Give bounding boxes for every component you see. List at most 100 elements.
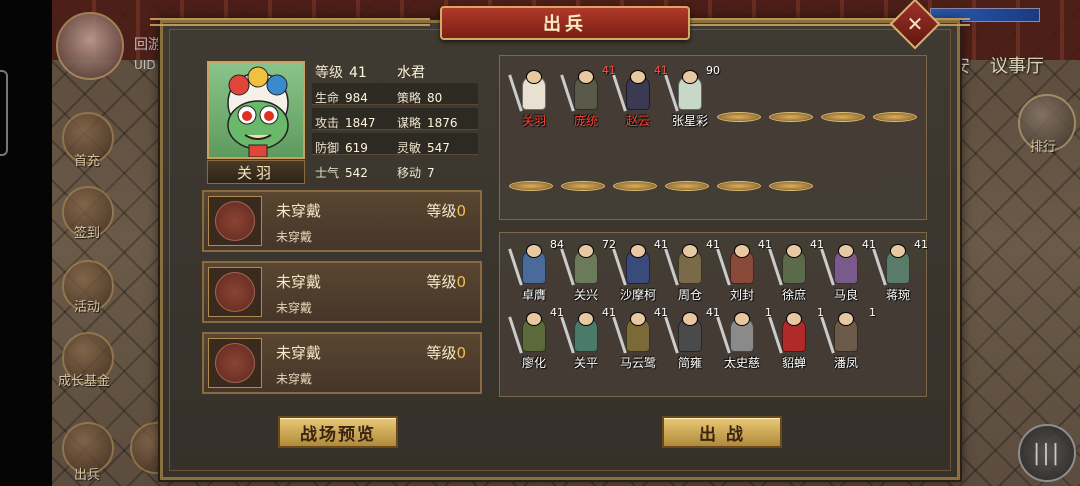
unit-head (526, 70, 542, 84)
council-hall-label[interactable]: 议事厅 (990, 52, 1044, 78)
equipment-slot[interactable]: 未穿戴 未穿戴 等级0 (202, 261, 482, 323)
uid-label: UID (134, 58, 156, 72)
unit-head (630, 312, 646, 326)
hero-unit[interactable]: 41 马良 (820, 238, 876, 304)
unit-head (682, 312, 698, 326)
formation-slot[interactable] (821, 112, 865, 122)
player-avatar[interactable] (56, 12, 124, 80)
weapon-icon (820, 316, 835, 354)
weapon-icon (664, 248, 679, 286)
hero-unit[interactable]: 41 刘封 (716, 238, 772, 304)
weapon-icon (560, 248, 575, 286)
unit-name: 潘凤 (833, 356, 858, 370)
hero-unit[interactable]: 90 张星彩 (664, 64, 720, 130)
deploy-button[interactable]: 出 战 (662, 416, 782, 448)
weapon-icon (560, 74, 575, 112)
unit-head (682, 244, 698, 258)
weapon-icon (768, 248, 783, 286)
unit-head (526, 244, 542, 258)
formation-slot[interactable] (665, 181, 709, 191)
equipment-subtitle: 未穿戴 (276, 230, 313, 244)
stat-tactics: 谋略 1876 (397, 116, 458, 130)
formation-slot[interactable] (769, 112, 813, 122)
hero-unit[interactable]: 关羽 (508, 70, 558, 130)
stat-agility: 灵敏 547 (397, 141, 450, 155)
formation-slot[interactable] (509, 181, 553, 191)
dialog-title: 出兵 (440, 6, 690, 40)
player-name-label: 回游 (134, 37, 162, 53)
hero-unit[interactable]: 41 马云鹭 (612, 306, 668, 372)
equipment-level: 等级0 (426, 344, 466, 362)
formation-slot[interactable] (613, 181, 657, 191)
weapon-icon (820, 248, 835, 286)
empty-seal-icon (215, 272, 255, 312)
formation-slot[interactable] (561, 181, 605, 191)
formation-slot[interactable] (873, 112, 917, 122)
hero-name: 关羽 (207, 160, 305, 184)
hero-unit[interactable]: 41 庞统 (560, 64, 616, 130)
equipment-icon-box (208, 338, 262, 388)
side-menu-label: 签到 (74, 226, 101, 241)
formation-slot[interactable] (769, 181, 813, 191)
unit-level: 41 (914, 238, 928, 251)
stat-attack: 攻击 1847 (315, 116, 376, 130)
stat-faction: 水君 (397, 65, 425, 81)
unit-head (578, 312, 594, 326)
unit-head (838, 244, 854, 258)
side-menu-label: 出兵 (74, 468, 101, 483)
unit-head (734, 312, 750, 326)
weapon-icon (664, 74, 679, 112)
equipment-level: 等级0 (426, 202, 466, 220)
hero-unit[interactable]: 41 蒋琬 (872, 238, 928, 304)
stat-morale: 士气 542 (315, 166, 368, 180)
stat-movement: 移动 7 (397, 166, 435, 180)
hero-unit[interactable]: 41 廖化 (508, 306, 564, 372)
weapon-icon (508, 248, 523, 286)
side-menu-label: 首充 (74, 154, 101, 169)
side-menu-label: 活动 (74, 300, 101, 315)
lion-dance-mascot-icon (227, 66, 289, 157)
side-menu-label: 成长基金 (58, 374, 111, 389)
hero-unit[interactable]: 1 潘凤 (820, 306, 876, 372)
unit-head (682, 70, 698, 84)
formation-slot[interactable] (717, 181, 761, 191)
equipment-subtitle: 未穿戴 (276, 372, 313, 386)
weapon-icon (612, 316, 627, 354)
weapon-icon (612, 74, 627, 112)
battlefield-preview-button[interactable]: 战场预览 (278, 416, 398, 448)
hero-unit[interactable]: 1 貂蝉 (768, 306, 824, 372)
hero-unit[interactable]: 41 徐庶 (768, 238, 824, 304)
stat-level: 等级 41 (315, 65, 367, 81)
equipment-slot[interactable]: 未穿戴 未穿戴 等级0 (202, 190, 482, 252)
weapon-icon (508, 316, 523, 354)
hero-unit[interactable]: 41 沙摩柯 (612, 238, 668, 304)
equipment-slot[interactable]: 未穿戴 未穿戴 等级0 (202, 332, 482, 394)
unit-head (578, 70, 594, 84)
unit-head (890, 244, 906, 258)
unit-head (630, 244, 646, 258)
unit-head (526, 312, 542, 326)
weapon-icon (768, 316, 783, 354)
hero-unit[interactable]: 41 赵云 (612, 64, 668, 130)
unit-head (578, 244, 594, 258)
weapon-icon (664, 316, 679, 354)
stat-defense: 防御 619 (315, 141, 368, 155)
weapon-icon (872, 248, 887, 286)
menu-icon[interactable]: ||| (1018, 424, 1076, 482)
hero-unit[interactable]: 41 关平 (560, 306, 616, 372)
unit-level: 1 (869, 306, 876, 319)
weapon-icon (508, 74, 523, 112)
hero-unit[interactable]: 1 太史慈 (716, 306, 772, 372)
stat-hp: 生命 984 (315, 91, 368, 105)
hero-unit[interactable]: 41 周仓 (664, 238, 720, 304)
unit-name: 张星彩 (671, 114, 708, 128)
hero-unit[interactable]: 72 关兴 (560, 238, 616, 304)
hero-unit[interactable]: 84 卓膺 (508, 238, 564, 304)
close-icon: ✕ (906, 12, 924, 36)
weapon-icon (612, 248, 627, 286)
equipment-title: 未穿戴 (276, 202, 322, 220)
hero-unit[interactable]: 41 简雍 (664, 306, 720, 372)
hero-portrait[interactable] (207, 61, 305, 159)
equipment-level: 等级0 (426, 273, 466, 291)
unit-head (786, 244, 802, 258)
